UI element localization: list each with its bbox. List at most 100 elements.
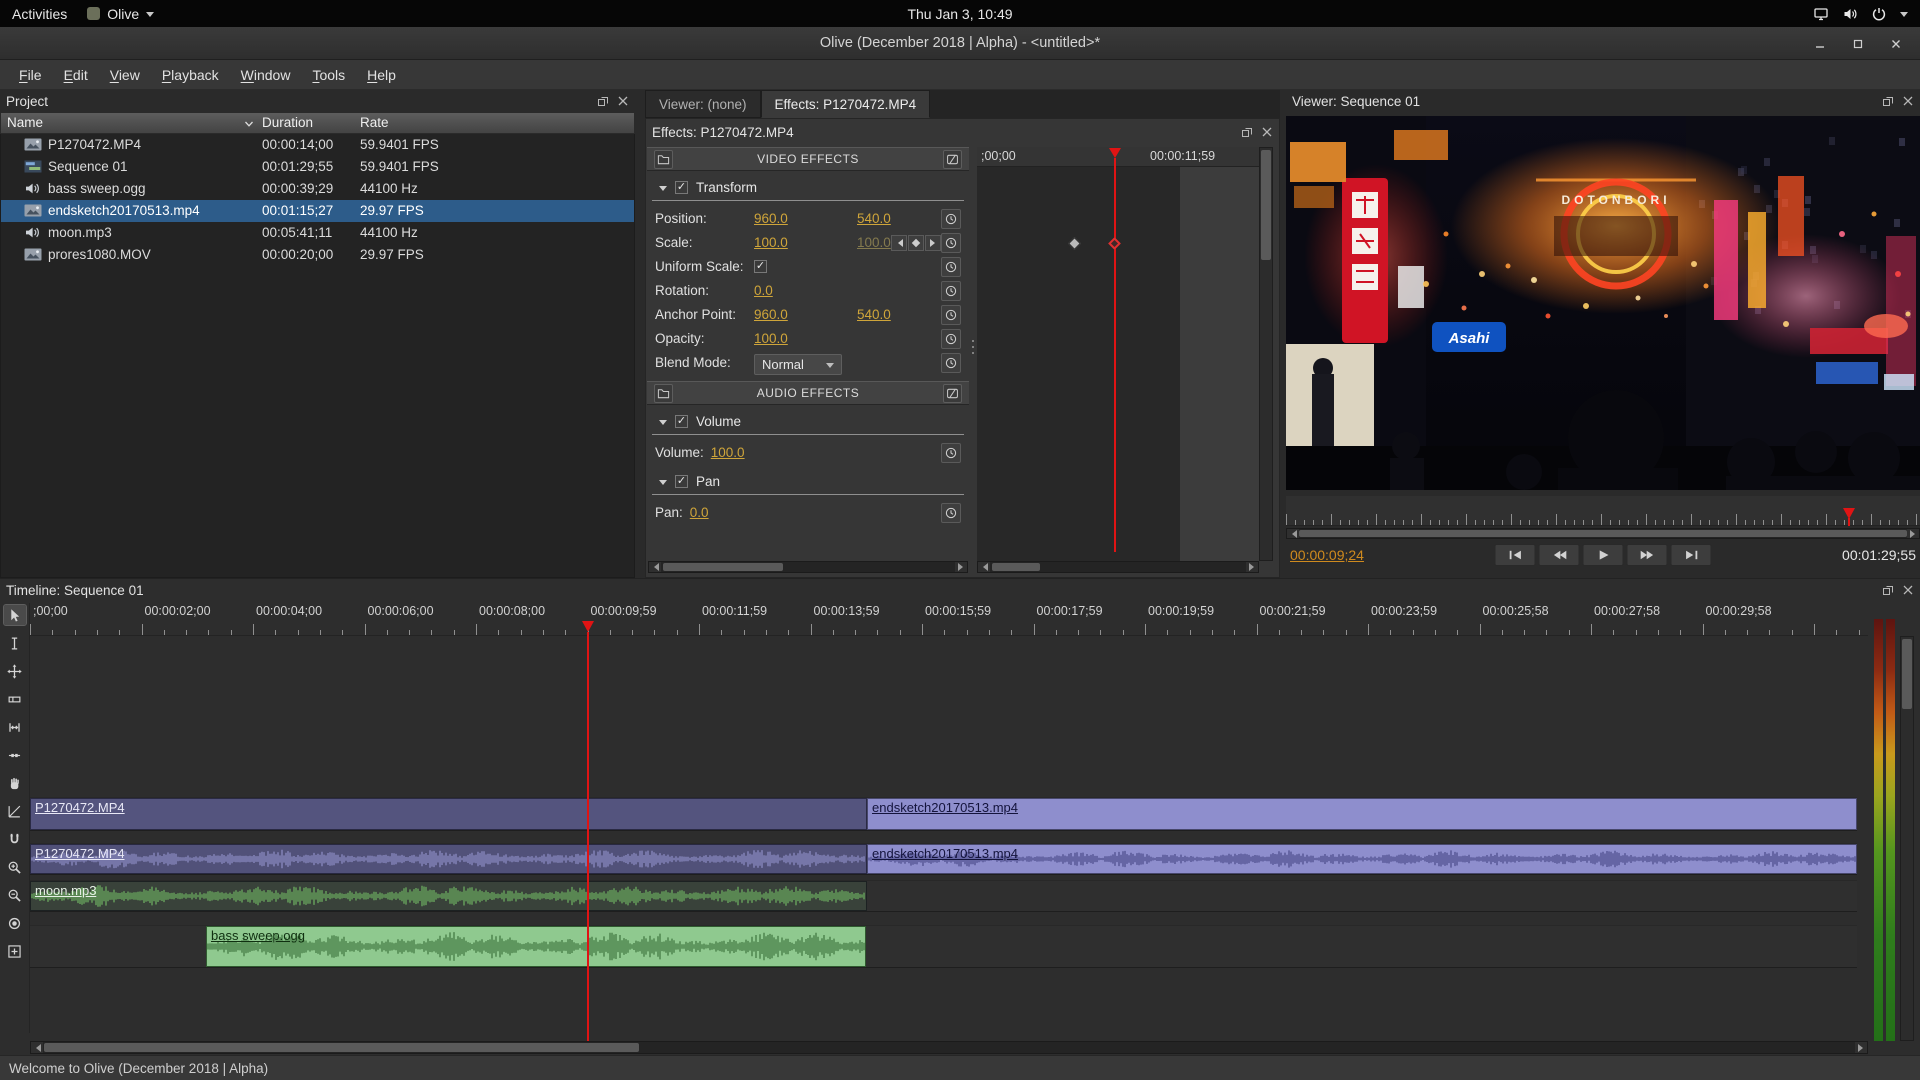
scroll-left-arrow[interactable] [978,562,990,572]
volume-icon[interactable] [1842,6,1858,22]
project-item-bass-sweep-ogg[interactable]: bass sweep.ogg 00:00:39;29 44100 Hz [1,178,634,200]
app-menu[interactable]: Olive [87,6,155,22]
keyframe-toggle-button[interactable] [941,503,961,523]
zoom-in-tool-button[interactable] [4,857,26,877]
value-field[interactable]: 100.0 [754,327,788,351]
close-panel-icon[interactable] [1902,95,1914,107]
menu-playback[interactable]: Playback [151,60,230,90]
viewer-horizontal-scrollbar[interactable] [1286,528,1920,539]
window-titlebar[interactable]: Olive (December 2018 | Alpha) - <untitle… [0,27,1920,60]
activities-button[interactable]: Activities [12,6,67,22]
disclosure-icon[interactable] [659,185,667,195]
value-field[interactable]: 100.0 [857,231,891,255]
splitter-handle[interactable] [969,145,977,549]
keyframe-toggle-button[interactable] [941,281,961,301]
tab-effects[interactable]: Effects: P1270472.MP4 [760,90,931,118]
blend-mode-dropdown[interactable]: Normal [754,354,842,375]
keyframe-toggle-button[interactable] [941,443,961,463]
play-button[interactable] [1582,544,1624,566]
add-keyframe-button[interactable] [908,235,924,251]
effect-options-button[interactable] [943,384,962,403]
go-to-start-button[interactable] [1494,544,1536,566]
next-keyframe-button[interactable] [925,235,941,251]
close-panel-icon[interactable] [1902,584,1914,596]
scrollbar-thumb[interactable] [663,563,783,571]
project-item-sequence-01[interactable]: Sequence 01 00:01:29;55 59.9401 FPS [1,156,634,178]
zoom-out-tool-button[interactable] [4,885,26,905]
keyframe-playhead-line[interactable] [1114,158,1116,552]
minimize-button[interactable] [1804,31,1836,56]
keyframe-area[interactable] [977,167,1259,561]
edit-tool-button[interactable] [4,633,26,653]
project-item-moon-mp3[interactable]: moon.mp3 00:05:41;11 44100 Hz [1,222,634,244]
column-duration[interactable]: Duration [262,113,313,133]
value-field[interactable]: 100.0 [711,441,745,465]
close-button[interactable] [1880,31,1912,56]
menu-edit[interactable]: Edit [53,60,99,90]
float-panel-icon[interactable] [1241,126,1253,138]
keyframe-vertical-scrollbar[interactable] [1259,147,1273,561]
fast-forward-button[interactable] [1626,544,1668,566]
keyframe-toggle-button[interactable] [941,305,961,325]
scrollbar-thumb[interactable] [1299,530,1907,537]
project-list[interactable]: P1270472.MP4 00:00:14;00 59.9401 FPS Sequen… [0,134,635,578]
add-effect-button[interactable] [654,150,673,169]
timeline-vertical-scrollbar[interactable] [1900,636,1914,1041]
value-field[interactable]: 960.0 [754,303,788,327]
go-to-end-button[interactable] [1670,544,1712,566]
scroll-left-arrow[interactable] [1287,529,1299,538]
value-field[interactable]: 960.0 [754,207,788,231]
scroll-right-arrow[interactable] [1246,562,1258,572]
scroll-right-arrow[interactable] [1855,1042,1867,1053]
maximize-button[interactable] [1842,31,1874,56]
rewind-button[interactable] [1538,544,1580,566]
project-list-header[interactable]: Name Duration Rate [0,112,635,134]
project-item-p1270472-mp4[interactable]: P1270472.MP4 00:00:14;00 59.9401 FPS [1,134,634,156]
menu-tools[interactable]: Tools [301,60,356,90]
close-panel-icon[interactable] [617,95,629,107]
power-icon[interactable] [1871,6,1887,22]
effects-horizontal-scrollbar[interactable] [648,561,968,573]
hand-tool-button[interactable] [4,773,26,793]
pointer-tool-button[interactable] [2,604,27,626]
clock[interactable]: Thu Jan 3, 10:49 [0,6,1920,22]
add-effect-button[interactable] [654,384,673,403]
keyframe-horizontal-scrollbar[interactable] [977,561,1259,573]
keyframe-toggle-button[interactable] [941,209,961,229]
effect-options-button[interactable] [943,150,962,169]
snap-tool-button[interactable] [4,829,26,849]
effect-enabled-checkbox[interactable]: ✓ [675,415,688,428]
scrollbar-thumb[interactable] [992,563,1040,571]
menu-file[interactable]: File [8,60,53,90]
value-field[interactable]: 540.0 [857,303,891,327]
float-panel-icon[interactable] [597,95,609,107]
record-tool-button[interactable] [4,913,26,933]
close-panel-icon[interactable] [1261,126,1273,138]
clip-moon-mp3[interactable]: moon.mp3 [30,881,867,911]
scroll-left-arrow[interactable] [649,562,661,572]
scroll-left-arrow[interactable] [31,1042,43,1053]
timeline-tracks[interactable]: P1270472.MP4 endsketch20170513.mp4 P127047… [30,636,1868,1041]
project-item-prores1080-mov[interactable]: prores1080.MOV 00:00:20;00 29.97 FPS [1,244,634,266]
menu-help[interactable]: Help [356,60,407,90]
ripple-tool-button[interactable] [4,661,26,681]
uniform-scale-checkbox[interactable]: ✓ [754,260,767,273]
scrollbar-thumb[interactable] [1902,639,1912,709]
float-panel-icon[interactable] [1882,584,1894,596]
scrollbar-thumb[interactable] [1261,150,1271,260]
timeline-playhead-line[interactable] [586,632,589,1041]
keyframe-toggle-button[interactable] [941,257,961,277]
keyframe-toggle-button[interactable] [941,329,961,349]
razor-tool-button[interactable] [4,689,26,709]
keyframe-toggle-button[interactable] [941,353,961,373]
disclosure-icon[interactable] [659,479,667,489]
network-icon[interactable] [1813,6,1829,22]
current-timecode[interactable]: 00:00:09;24 [1286,547,1364,563]
timeline-horizontal-scrollbar[interactable] [30,1041,1868,1054]
clip-endsketch20170513-mp4[interactable]: endsketch20170513.mp4 [867,798,1857,830]
viewer-ruler[interactable] [1286,496,1920,526]
menu-view[interactable]: View [99,60,151,90]
value-field[interactable]: 0.0 [690,501,709,525]
add-track-tool-button[interactable] [4,941,26,961]
menu-window[interactable]: Window [230,60,302,90]
